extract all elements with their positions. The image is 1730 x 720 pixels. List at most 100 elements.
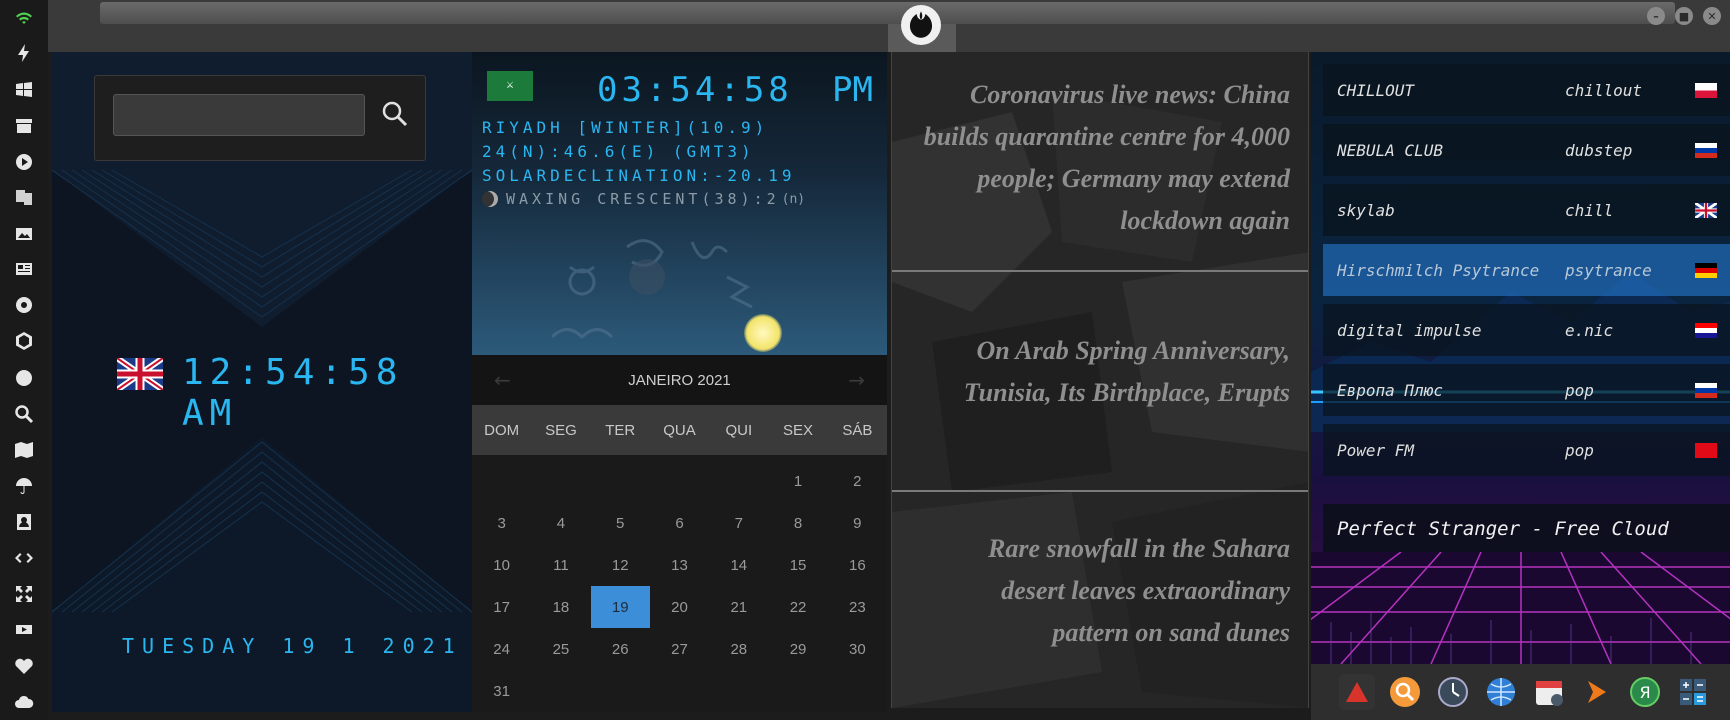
station-name: Power FM [1337, 440, 1415, 460]
expand-icon[interactable] [12, 582, 36, 606]
map-icon[interactable] [12, 438, 36, 462]
calendar-day[interactable]: 30 [828, 628, 887, 670]
calendar-day[interactable]: 6 [650, 502, 709, 544]
calendar-day[interactable]: 15 [768, 544, 827, 586]
settings-gear-icon[interactable] [12, 293, 36, 317]
calendar-app-icon[interactable] [1531, 674, 1567, 710]
weekday-label: SÁB [842, 421, 873, 439]
code-icon[interactable] [12, 546, 36, 570]
sun-icon [744, 314, 782, 352]
windows-icon[interactable] [12, 78, 36, 102]
prev-month-button[interactable]: ← [494, 368, 511, 392]
image-icon[interactable] [12, 222, 36, 246]
calendar-day[interactable]: 19 [590, 586, 650, 628]
calendar-day[interactable]: 21 [709, 586, 768, 628]
calendar-day[interactable]: 3 [472, 502, 531, 544]
calendar-day[interactable]: 23 [828, 586, 887, 628]
riyadh-ampm: PM [832, 70, 873, 110]
play-icon[interactable] [12, 150, 36, 174]
calendar-day[interactable]: 22 [768, 586, 827, 628]
calendar-day[interactable]: 2 [828, 460, 887, 502]
station-genre: chill [1565, 200, 1614, 220]
radio-station-row[interactable]: skylab chill [1323, 184, 1730, 236]
location-line: RIYADH [WINTER](10.9) [482, 118, 769, 137]
radio-station-row[interactable]: CHILLOUT chillout [1323, 64, 1730, 116]
wifi-icon[interactable] [12, 6, 36, 30]
maximize-button[interactable]: ■ [1675, 7, 1693, 25]
yandex-app-icon[interactable]: Я [1627, 674, 1663, 710]
calendar-day[interactable]: 7 [709, 502, 768, 544]
calendar-day[interactable]: 27 [650, 628, 709, 670]
title-bar[interactable] [100, 2, 1675, 24]
umbrella-icon[interactable] [12, 474, 36, 498]
close-button[interactable]: ✕ [1703, 7, 1721, 25]
calendar-day[interactable]: 24 [472, 628, 531, 670]
station-genre: dubstep [1565, 140, 1633, 160]
weekday-label: DOM [484, 421, 520, 439]
calendar-day[interactable]: 12 [591, 544, 650, 586]
calendar-day[interactable]: 29 [768, 628, 827, 670]
clock-app-icon[interactable] [1435, 674, 1471, 710]
calendar-day[interactable]: 16 [828, 544, 887, 586]
cloud-icon[interactable] [12, 690, 36, 714]
news-headline[interactable]: On Arab Spring Anniversary, Tunisia, Its… [920, 330, 1290, 414]
archive-icon[interactable] [12, 114, 36, 138]
globe-app-icon[interactable] [1483, 674, 1519, 710]
calendar-day[interactable]: 9 [828, 502, 887, 544]
heart-icon[interactable] [12, 654, 36, 678]
calendar-day[interactable]: 26 [591, 628, 650, 670]
radio-station-row[interactable]: NEBULA CLUB dubstep [1323, 124, 1730, 176]
calendar-day[interactable]: 11 [531, 544, 590, 586]
contacts-icon[interactable] [12, 510, 36, 534]
saudi-flag-icon: ⚔ [487, 71, 533, 101]
news-headline[interactable]: Coronavirus live news: China builds quar… [920, 74, 1290, 242]
calendar-day[interactable]: 5 [591, 502, 650, 544]
croatia-flag-icon [1695, 322, 1717, 338]
calendar-day[interactable]: 13 [650, 544, 709, 586]
calendar-day[interactable]: 10 [472, 544, 531, 586]
news-divider [892, 270, 1308, 272]
calendar-empty-cell [709, 460, 768, 502]
search-input[interactable] [113, 94, 365, 136]
hexagon-icon[interactable] [12, 329, 36, 353]
news-divider [892, 490, 1308, 492]
triangle-app-icon[interactable] [1339, 674, 1375, 710]
station-name: digital impulse [1337, 320, 1482, 340]
weekday-label: SEG [545, 421, 577, 439]
calendar-day[interactable]: 14 [709, 544, 768, 586]
radio-station-row[interactable]: Европа Плюс pop [1323, 364, 1730, 416]
calendar-day[interactable]: 4 [531, 502, 590, 544]
youtube-icon[interactable] [12, 617, 36, 641]
next-month-button[interactable]: → [848, 368, 865, 392]
calendar-day[interactable]: 18 [531, 586, 590, 628]
calendar-day[interactable]: 25 [531, 628, 590, 670]
calendar-day[interactable]: 31 [472, 670, 531, 712]
moon-phase-line: WAXING CRESCENT(38):2 (n) [482, 190, 805, 208]
radio-station-row[interactable]: Hirschmilch Psytrance psytrance [1323, 244, 1730, 296]
now-playing: Perfect Stranger - Free Cloud [1323, 504, 1730, 554]
translate-icon[interactable] [12, 185, 36, 209]
news-icon[interactable] [12, 257, 36, 281]
app-dock: Я [1311, 664, 1730, 720]
search-icon[interactable] [377, 96, 413, 132]
calendar-day[interactable]: 17 [472, 586, 531, 628]
radio-station-row[interactable]: digital impulse e.nic [1323, 304, 1730, 356]
minimize-button[interactable]: – [1647, 7, 1665, 25]
radio-station-row[interactable]: Power FM pop [1323, 424, 1730, 476]
news-headline[interactable]: Rare snowfall in the Sahara desert leave… [920, 528, 1290, 654]
play-app-icon[interactable] [1579, 674, 1615, 710]
lightning-icon[interactable] [12, 41, 36, 65]
station-name: CHILLOUT [1337, 80, 1415, 100]
globe-icon[interactable] [12, 366, 36, 390]
rebel-alliance-icon[interactable] [901, 5, 941, 45]
weekday-label: SEX [783, 421, 814, 439]
calendar-day[interactable]: 8 [768, 502, 827, 544]
calculator-app-icon[interactable] [1675, 674, 1711, 710]
calendar-day[interactable]: 20 [650, 586, 709, 628]
calendar-day[interactable]: 28 [709, 628, 768, 670]
calendar-day[interactable]: 1 [768, 460, 827, 502]
uk-time: 12:54:58 AM [182, 352, 404, 434]
search-icon[interactable] [12, 402, 36, 426]
weekday-label: QUI [725, 421, 753, 439]
search-app-icon[interactable] [1387, 674, 1423, 710]
